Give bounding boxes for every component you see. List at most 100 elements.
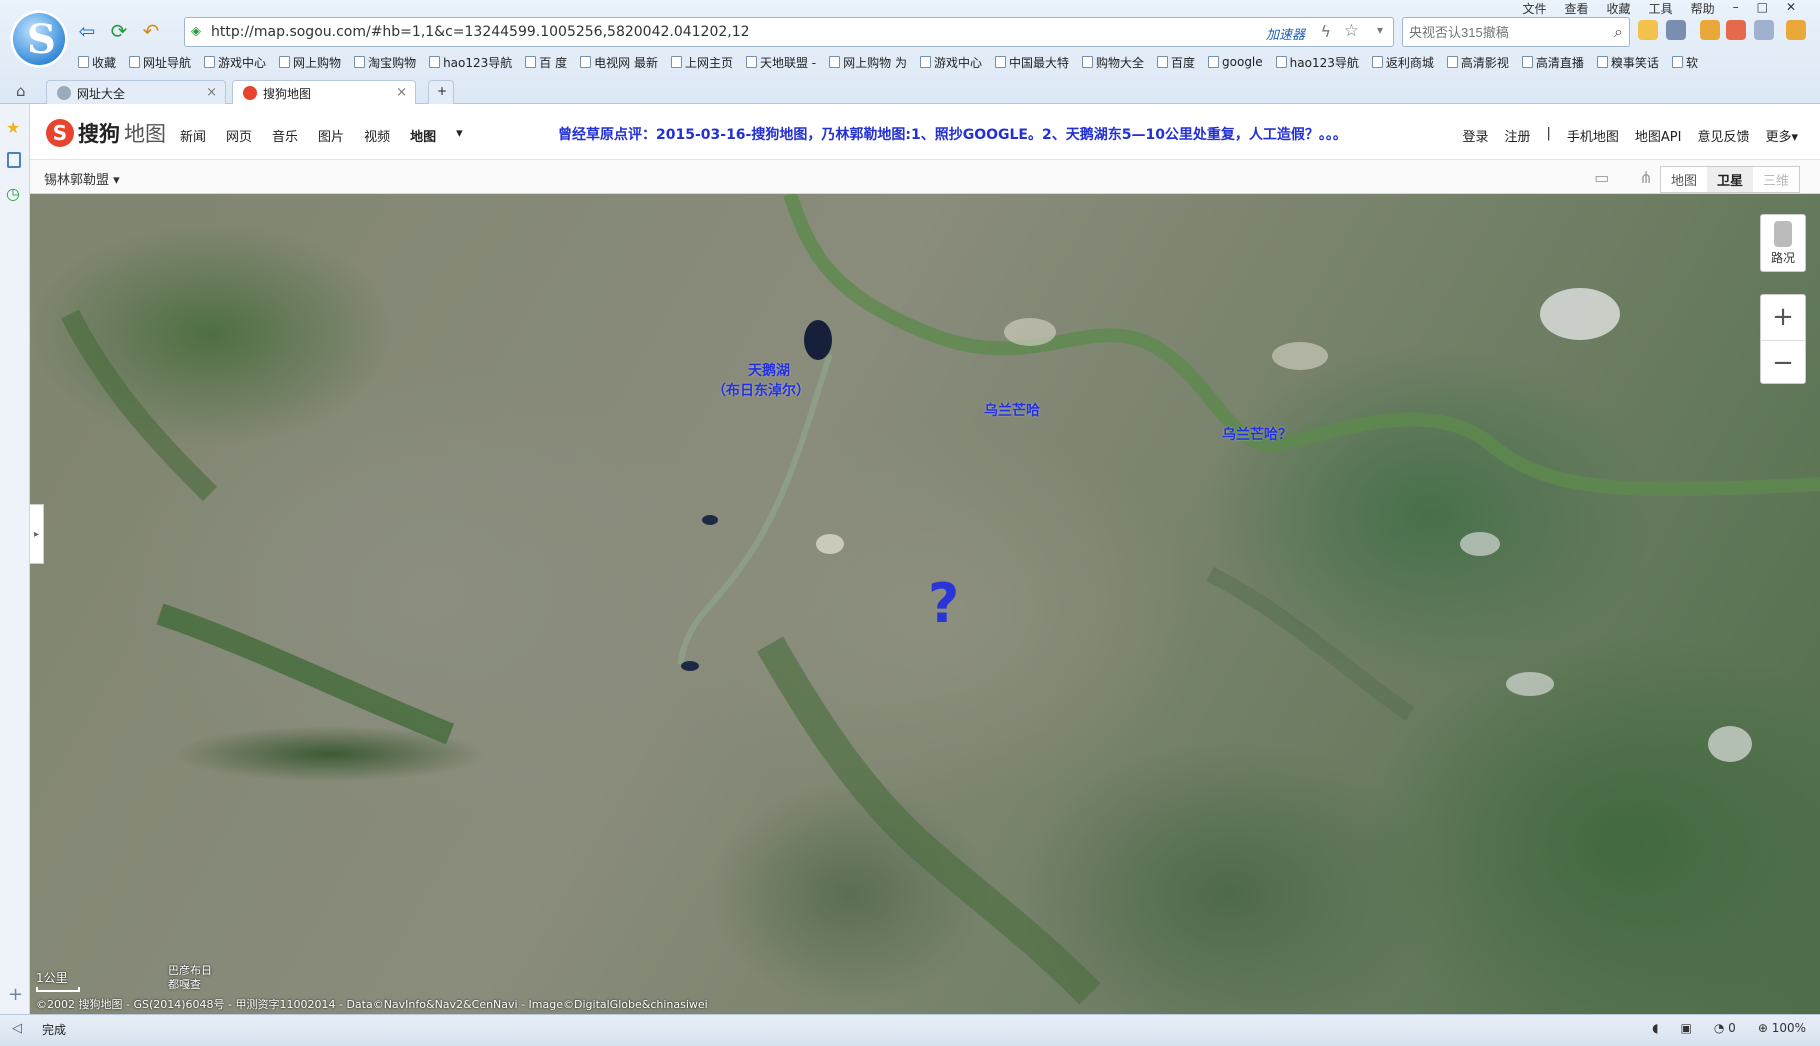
view-3d-button[interactable]: 三维 (1753, 167, 1799, 192)
search-icon[interactable]: ⌕ (1614, 22, 1623, 42)
scale-bar (36, 987, 80, 992)
bookmark-item[interactable]: 淘宝购物 (354, 52, 416, 72)
nav-item[interactable]: 视频 (364, 126, 390, 145)
url-text[interactable]: http://map.sogou.com/#hb=1,1&c=13244599.… (211, 24, 750, 40)
history-clock-icon[interactable]: ◷ (6, 184, 20, 203)
traffic-button[interactable]: 路况 (1760, 214, 1806, 272)
dropdown-icon[interactable]: ▾ (1377, 23, 1383, 37)
ruler-icon[interactable]: ▭ (1594, 168, 1609, 187)
add-icon[interactable]: + (8, 984, 23, 1005)
bookmark-item[interactable]: 天地联盟 - (745, 52, 816, 72)
nav-item[interactable]: 图片 (318, 126, 344, 145)
address-bar[interactable]: ◈ http://map.sogou.com/#hb=1,1&c=1324459… (184, 17, 1394, 47)
star-icon[interactable]: ☆ (1344, 21, 1359, 41)
tab-close-icon[interactable]: × (396, 85, 407, 100)
bookmark-item[interactable]: 中国最大特 (994, 52, 1069, 72)
maximize-icon[interactable]: □ (1757, 0, 1768, 16)
scissors-icon[interactable] (1666, 20, 1686, 40)
accelerator-label[interactable]: 加速器 (1266, 24, 1305, 43)
notes-icon[interactable] (7, 152, 21, 168)
close-icon[interactable]: ✕ (1786, 0, 1796, 16)
lightning-icon[interactable]: ϟ (1320, 22, 1331, 41)
undo-icon[interactable]: ↶ (140, 20, 162, 42)
home-icon[interactable]: ⌂ (16, 82, 26, 100)
menu-help[interactable]: 帮助 (1691, 0, 1715, 16)
zoom-in-button[interactable]: + (1761, 295, 1805, 340)
river (783, 194, 1820, 497)
bookmark-item[interactable]: 网上购物 (279, 52, 341, 72)
new-tab-button[interactable]: + (428, 80, 454, 104)
bookmark-item[interactable]: 百度 (1157, 52, 1195, 72)
satellite-map[interactable]: 天鹅湖 （布日东淖尔） 乌兰芒哈 乌兰芒哈？ ? 路况 + − ▸ 1公里 巴彦… (30, 194, 1820, 1014)
cloud-3 (1708, 726, 1752, 762)
view-satellite-button[interactable]: 卫星 (1706, 167, 1753, 192)
bookmark-item[interactable]: 游戏中心 (204, 52, 266, 72)
header-link[interactable]: 更多▾ (1765, 126, 1798, 145)
bookmark-item[interactable]: 返利商城 (1371, 52, 1434, 72)
menu-file[interactable]: 文件 (1523, 0, 1547, 16)
sogou-browser-logo[interactable]: S (10, 10, 68, 68)
bookmark-item[interactable]: 收藏 (78, 52, 116, 72)
bookmark-item[interactable]: 糗事笑话 (1596, 52, 1659, 72)
menu-favorites[interactable]: 收藏 (1607, 0, 1631, 16)
header-link[interactable]: 地图API (1635, 126, 1682, 145)
key-icon[interactable] (1700, 20, 1720, 40)
tab-close-icon[interactable]: × (206, 85, 217, 100)
search-input[interactable] (1409, 19, 1599, 45)
header-link: | (1546, 126, 1551, 141)
nav-item[interactable]: 新闻 (180, 126, 206, 145)
view-map-button[interactable]: 地图 (1661, 167, 1707, 192)
bookmark-label: 糗事笑话 (1610, 55, 1659, 70)
bookmark-item[interactable]: hao123导航 (429, 52, 512, 72)
bookmark-item[interactable]: 网上购物 为 (829, 52, 907, 72)
search-box[interactable]: ⌕ (1402, 17, 1630, 47)
share-icon[interactable]: ⋔ (1639, 168, 1652, 187)
zoom-level[interactable]: ⊕ 100% (1758, 1021, 1806, 1035)
header-link[interactable]: 意见反馈 (1697, 126, 1749, 145)
bookmark-item[interactable]: 网址导航 (129, 52, 191, 72)
header-link[interactable]: 注册 (1504, 126, 1530, 145)
speaker-icon[interactable]: ◖ (1652, 1021, 1658, 1035)
bookmark-item[interactable]: 百 度 (525, 52, 567, 72)
menu-view[interactable]: 查看 (1565, 0, 1589, 16)
bookmark-item[interactable]: 高清影视 (1446, 52, 1509, 72)
bookmark-item[interactable]: google (1208, 52, 1263, 72)
sidebar-toggle-icon[interactable]: ◁ (12, 1021, 22, 1036)
bookmark-item[interactable]: 购物大全 (1081, 52, 1144, 72)
lock-icon[interactable]: ▣ (1681, 1021, 1692, 1035)
refresh-icon[interactable]: ⟳ (108, 20, 130, 42)
bookmark-label: hao123导航 (443, 55, 513, 70)
header-link[interactable]: 登录 (1462, 126, 1488, 145)
extension-icon-1[interactable] (1638, 20, 1658, 40)
minimize-icon[interactable]: – (1733, 0, 1739, 16)
bookmark-item[interactable]: 电视网 最新 (580, 52, 658, 72)
bookmark-page-icon (354, 56, 366, 68)
menu-tools[interactable]: 工具 (1649, 0, 1673, 16)
tab-web-directory[interactable]: 网址大全 × (46, 80, 226, 104)
favorites-star-icon[interactable]: ★ (6, 118, 20, 137)
nav-item[interactable]: 地图 (410, 126, 436, 145)
collapse-panel-button[interactable]: ▸ (30, 504, 44, 564)
bookmark-item[interactable]: hao123导航 (1275, 52, 1359, 72)
header-link[interactable]: 手机地图 (1567, 126, 1619, 145)
nav-item[interactable]: 网页 (226, 126, 252, 145)
bookmark-page-icon (829, 56, 841, 68)
download-icon[interactable] (1786, 20, 1806, 40)
nav-more-icon[interactable]: ▾ (456, 126, 463, 145)
zoom-out-button[interactable]: − (1761, 340, 1805, 385)
city-selector[interactable]: 锡林郭勒盟 ▾ (44, 169, 120, 188)
bookmark-item[interactable]: 高清直播 (1521, 52, 1584, 72)
tab-sogou-map[interactable]: 搜狗地图 × (232, 80, 416, 104)
bookmark-item[interactable]: 游戏中心 (919, 52, 982, 72)
tab-label: 网址大全 (77, 87, 126, 101)
chat-icon[interactable] (1754, 20, 1774, 40)
bookmark-item[interactable]: 上网主页 (670, 52, 733, 72)
status-right: ◖ ▣ ◔ 0 ⊕ 100% (1652, 1021, 1806, 1035)
sogou-map-logo[interactable]: S 搜狗 地图 (46, 118, 166, 148)
bookmark-page-icon (78, 56, 89, 68)
bookmark-item[interactable]: 软 (1671, 52, 1698, 72)
shield-counter[interactable]: ◔ 0 (1714, 1021, 1736, 1035)
extension-icon-2[interactable] (1726, 20, 1746, 40)
back-icon[interactable]: ⇦ (76, 20, 98, 42)
nav-item[interactable]: 音乐 (272, 126, 298, 145)
